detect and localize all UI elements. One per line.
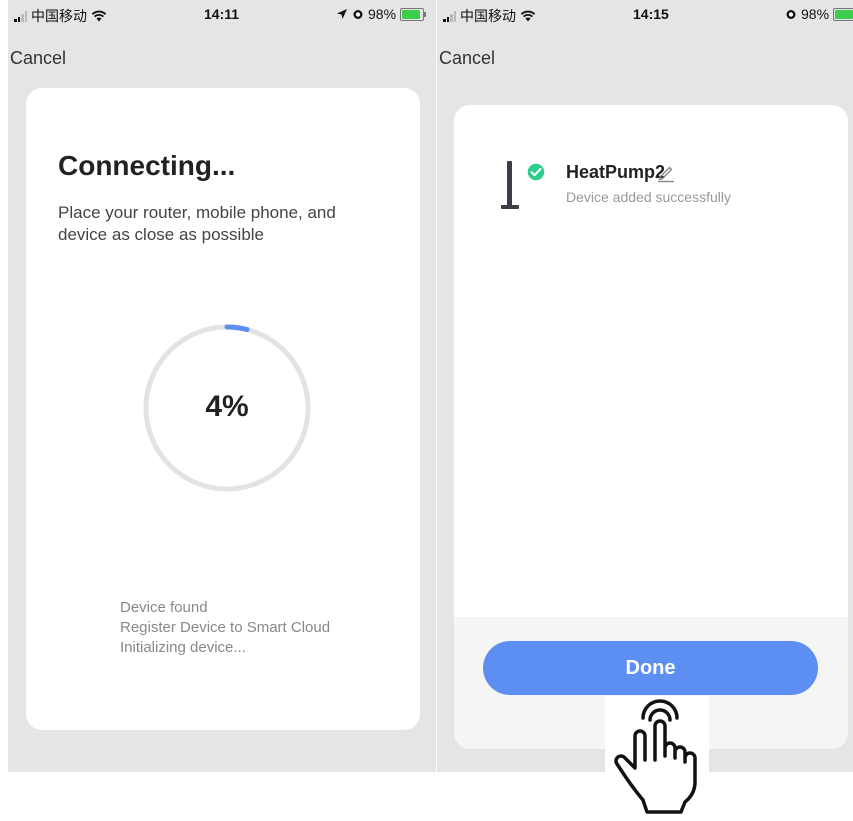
location-arrow-icon [337, 9, 347, 19]
progress-percent: 4% [205, 390, 249, 423]
cancel-button[interactable]: Cancel [439, 48, 495, 69]
step-item: Register Device to Smart Cloud [120, 619, 331, 636]
done-button[interactable]: Done [483, 641, 818, 695]
steps-list: Device found Register Device to Smart Cl… [120, 598, 330, 658]
phone-screen-success: 中国移动 14:15 98% Cancel HeatPump2 Device a… [437, 0, 853, 772]
edit-pencil-icon[interactable] [656, 163, 676, 183]
status-bar: 中国移动 14:15 98% [437, 0, 853, 30]
wifi-icon [520, 10, 536, 22]
step-item: Initializing device... [120, 639, 246, 656]
connecting-card: Connecting... Place your router, mobile … [26, 88, 420, 730]
clock: 14:15 [633, 6, 669, 22]
battery-icon [400, 7, 427, 21]
carrier-label: 中国移动 [31, 8, 87, 24]
alarm-icon [786, 10, 796, 19]
device-name: HeatPump2 [566, 162, 666, 182]
status-bar: 中国移动 14:11 98% [8, 0, 436, 30]
signal-icon [443, 10, 456, 22]
hand-pointer-icon [605, 696, 709, 816]
device-status: Device added successfully [566, 189, 731, 205]
cancel-button[interactable]: Cancel [10, 48, 66, 69]
step-item: Device found [120, 599, 208, 616]
battery-icon [833, 7, 853, 21]
phone-screen-connecting: 中国移动 14:11 98% Cancel Connecting... Plac… [8, 0, 436, 772]
progress-ring: 4% [141, 322, 313, 494]
battery-percent: 98% [368, 6, 397, 22]
wifi-icon [91, 10, 107, 22]
battery-percent: 98% [801, 6, 830, 22]
instruction-text: Place your router, mobile phone, and dev… [58, 203, 336, 244]
carrier-label: 中国移动 [460, 8, 516, 24]
alarm-icon [353, 10, 363, 19]
clock: 14:11 [204, 6, 240, 22]
page-title: Connecting... [58, 150, 236, 181]
signal-icon [14, 10, 27, 22]
success-check-icon [526, 162, 546, 182]
